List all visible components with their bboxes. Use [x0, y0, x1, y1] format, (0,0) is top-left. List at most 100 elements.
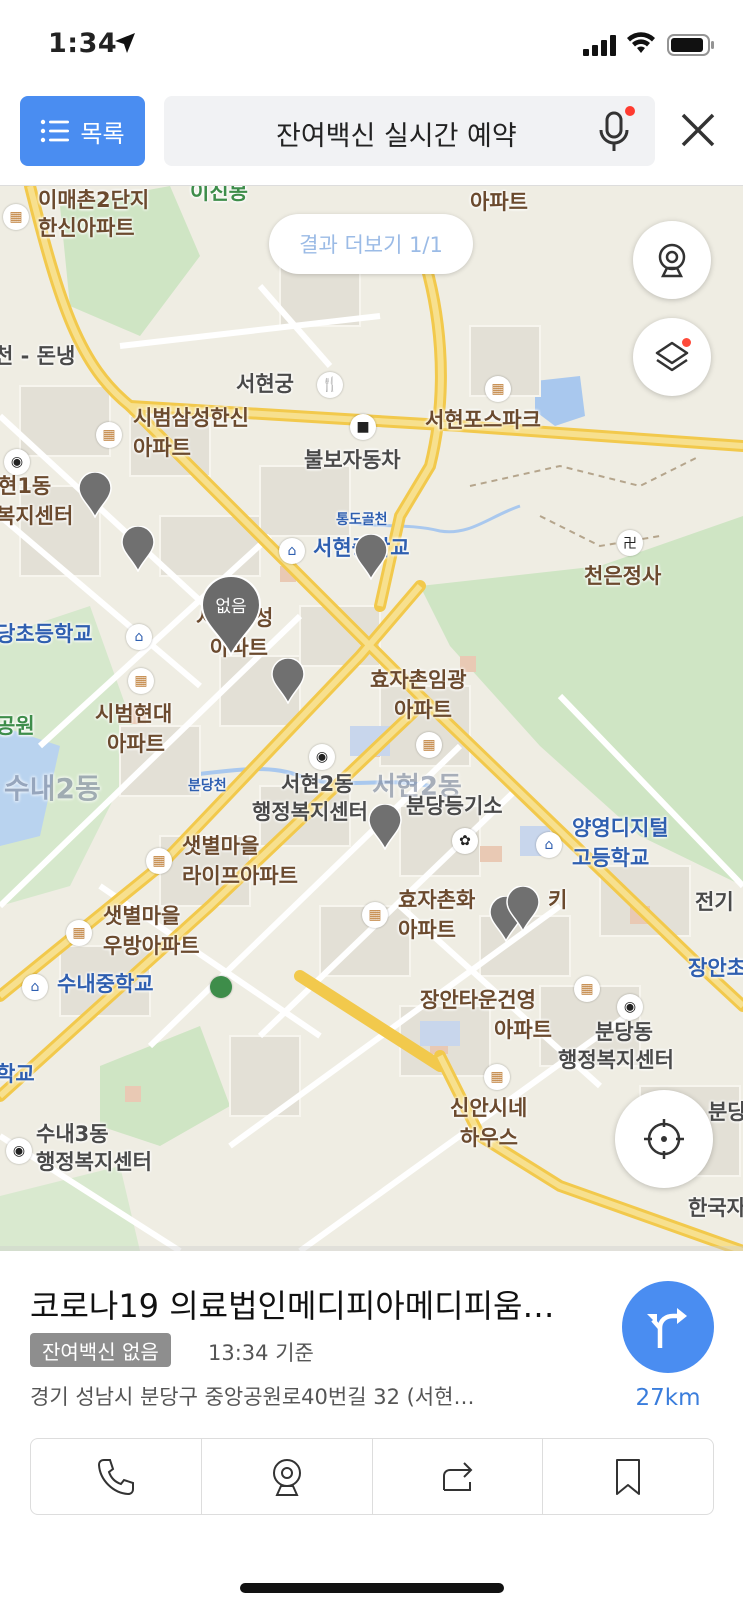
distance-label: 27km	[635, 1385, 701, 1411]
school-icon[interactable]: ⌂	[126, 624, 152, 650]
selected-hospital-pin[interactable]: 없음	[200, 574, 262, 658]
call-button[interactable]	[31, 1439, 202, 1514]
cellular-signal-icon	[583, 35, 616, 56]
vaccine-hospital-pin[interactable]	[271, 658, 305, 704]
school-icon[interactable]: ⌂	[279, 538, 305, 564]
vaccine-hospital-pin[interactable]	[506, 886, 540, 932]
layers-button[interactable]	[633, 318, 711, 396]
apartment-icon[interactable]: ▦	[485, 376, 511, 402]
map-label: 한국자	[688, 1196, 743, 1220]
apartment-icon[interactable]: ▦	[574, 976, 600, 1002]
vaccine-hospital-pin[interactable]	[368, 804, 402, 850]
map-label: 장안초	[688, 956, 743, 980]
map-label: 서현포스파크	[425, 408, 541, 432]
list-button[interactable]: 목록	[20, 96, 145, 166]
search-header: 목록 잔여백신 실시간 예약	[0, 92, 743, 186]
map-label: 당초등학교	[0, 622, 93, 646]
microphone-icon[interactable]	[596, 110, 632, 154]
apartment-icon[interactable]: ▦	[66, 920, 92, 946]
public-office-icon[interactable]: ◉	[4, 449, 30, 475]
cctv-button[interactable]	[633, 221, 711, 299]
wifi-icon	[627, 32, 655, 53]
public-office-icon[interactable]: ◉	[309, 744, 335, 770]
vaccine-status-badge: 잔여백신 없음	[30, 1333, 171, 1367]
map-label: 행정복지센터	[36, 1150, 152, 1174]
home-indicator[interactable]	[240, 1583, 504, 1593]
place-name[interactable]: 코로나19 의료법인메디피아메디피움…	[30, 1281, 604, 1327]
public-office-icon[interactable]: ◉	[6, 1138, 32, 1164]
vaccine-hospital-pin[interactable]	[121, 526, 155, 572]
map-label: 천 - 돈냉	[0, 344, 76, 368]
public-office-icon[interactable]: ◉	[617, 994, 643, 1020]
map-label: 서현2동	[281, 772, 354, 796]
map-label: 공원	[0, 714, 35, 738]
close-icon[interactable]	[678, 110, 718, 150]
vaccine-hospital-pin[interactable]	[78, 472, 112, 518]
cctv-action-button[interactable]	[202, 1439, 373, 1514]
map-label: 신안시네	[450, 1096, 528, 1120]
school-icon[interactable]: ⌂	[22, 974, 48, 1000]
court-icon[interactable]: ✿	[452, 828, 478, 854]
map-label: 전기	[695, 890, 734, 914]
map-label: 불보자동차	[304, 448, 401, 472]
map-label: 아파트	[107, 732, 165, 756]
map-label: 아파트	[470, 190, 528, 214]
map-label: 이진봉	[190, 186, 248, 204]
map-label: 샛별마을	[103, 904, 181, 928]
map-label: 장안타운건영	[420, 988, 536, 1012]
apartment-icon[interactable]: ▦	[128, 668, 154, 694]
bookmark-button[interactable]	[543, 1439, 713, 1514]
search-input[interactable]: 잔여백신 실시간 예약	[164, 96, 655, 166]
action-bar	[30, 1438, 714, 1515]
crosshair-icon	[644, 1119, 684, 1159]
temple-icon[interactable]: 卍	[617, 530, 643, 556]
park-marker-icon[interactable]	[210, 976, 232, 998]
battery-icon	[667, 34, 714, 56]
map-label: 분당천	[188, 778, 227, 794]
apartment-icon[interactable]: ▦	[484, 1064, 510, 1090]
apartment-icon[interactable]: ▦	[3, 204, 29, 230]
map-view[interactable]: 결과 더보기 1/1 이매촌2단지 한신아파트 ▦ 이진봉 아파트 천 - 돈냉…	[0, 186, 743, 1251]
map-label: 현1동	[0, 474, 52, 498]
mic-notification-dot	[625, 106, 635, 116]
layers-notification-dot	[682, 338, 691, 347]
map-label: 수내2동	[4, 772, 101, 805]
search-query-text: 잔여백신 실시간 예약	[276, 121, 517, 152]
place-detail-sheet[interactable]: 코로나19 의료법인메디피아메디피움… 잔여백신 없음 13:34 기준 경기 …	[0, 1251, 743, 1609]
map-label: 이매촌2단지	[38, 188, 150, 212]
map-label: 통도골천	[336, 512, 388, 528]
map-label: 아파트	[398, 918, 456, 942]
school-icon[interactable]: ⌂	[536, 832, 562, 858]
map-label: 행정복지센터	[558, 1048, 674, 1072]
apartment-icon[interactable]: ▦	[96, 422, 122, 448]
apartment-icon[interactable]: ▦	[416, 732, 442, 758]
map-label: 아파트	[494, 1018, 552, 1042]
building-icon[interactable]: ■	[350, 414, 376, 440]
map-label: 분당동	[595, 1020, 653, 1044]
bookmark-icon	[616, 1458, 641, 1495]
map-label: 양영디지털	[572, 816, 669, 840]
map-label: 한신아파트	[38, 216, 135, 240]
current-location-button[interactable]	[615, 1090, 713, 1188]
status-time: 1:34	[48, 28, 118, 59]
apartment-icon[interactable]: ▦	[146, 848, 172, 874]
map-label: 우방아파트	[103, 934, 200, 958]
directions-button[interactable]	[622, 1281, 714, 1373]
phone-icon	[97, 1458, 134, 1495]
share-button[interactable]	[373, 1439, 544, 1514]
more-results-button[interactable]: 결과 더보기 1/1	[269, 214, 473, 274]
vaccine-hospital-pin[interactable]	[354, 534, 388, 580]
map-label: 분당등기소	[406, 794, 503, 818]
map-label: 아파트	[394, 698, 452, 722]
restaurant-icon[interactable]: 🍴	[317, 372, 343, 398]
map-label: 복지센터	[0, 504, 74, 528]
map-label: 시범삼성한신	[133, 406, 249, 430]
place-address: 경기 성남시 분당구 중앙공원로40번길 32 (서현…	[30, 1385, 475, 1409]
map-label: 샛별마을	[182, 834, 260, 858]
map-label: 고등학교	[572, 846, 650, 870]
apartment-icon[interactable]: ▦	[362, 902, 388, 928]
map-label: 서현궁	[236, 372, 294, 396]
status-bar: 1:34	[0, 0, 743, 92]
map-label: 수내중학교	[57, 972, 154, 996]
map-label: 학교	[0, 1062, 35, 1086]
